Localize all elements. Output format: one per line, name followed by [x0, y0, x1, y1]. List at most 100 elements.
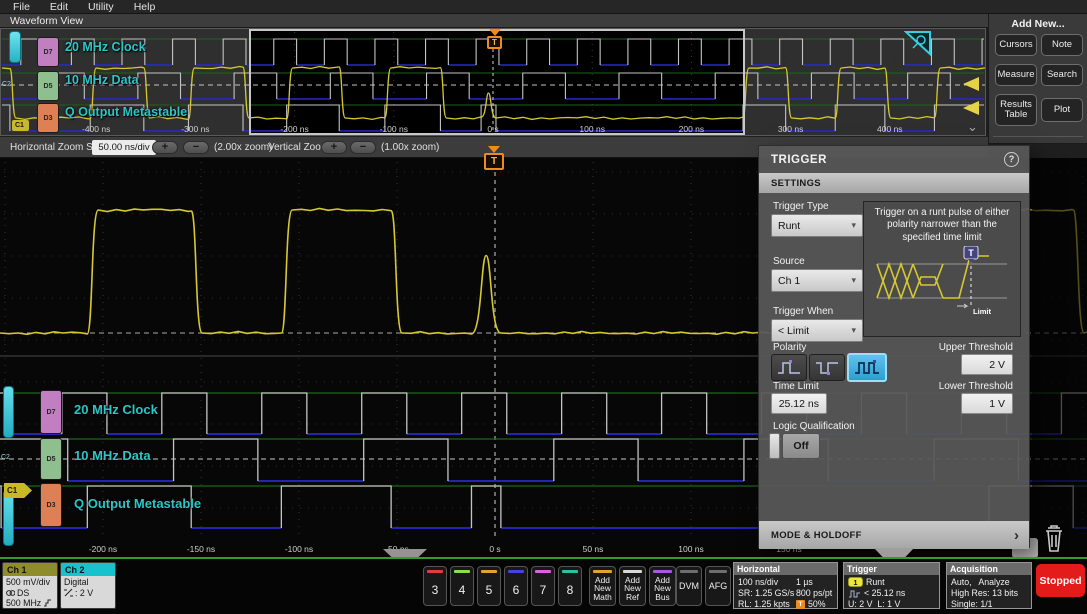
h-zoom-factor: (2.00x zoom)	[214, 142, 273, 153]
digital-group-handle[interactable]	[3, 490, 14, 546]
time-label: -300 ns	[181, 124, 210, 134]
ch1-name: Ch 1	[3, 563, 57, 576]
channel-label-d3[interactable]: Q Output Metastable	[65, 105, 187, 119]
ch1-badge[interactable]: Ch 1 500 mV/div DS 500 MHz	[2, 562, 58, 609]
add-new-plot[interactable]: Plot	[1041, 98, 1083, 122]
source-value: Ch 1	[778, 274, 801, 287]
overview-trigger-marker[interactable]: T	[487, 29, 502, 49]
upper-threshold-field[interactable]: 2 V	[961, 354, 1013, 375]
channel-label-d7[interactable]: 20 MHz Clock	[74, 402, 158, 417]
mode-holdoff-section[interactable]: MODE & HOLDOFF ›	[759, 521, 1029, 549]
acquisition-box[interactable]: Acquisition Auto, Analyze High Res: 13 b…	[946, 562, 1032, 609]
time-label: -200 ns	[88, 544, 118, 554]
channel-button-6[interactable]: 6	[504, 566, 528, 606]
polarity-negative-button[interactable]	[809, 354, 845, 381]
lower-threshold-label: Lower Threshold	[938, 381, 1013, 392]
channel-button-3[interactable]: 3	[423, 566, 447, 606]
channel-color-stripe	[535, 570, 551, 573]
add-new-search[interactable]: Search	[1041, 64, 1083, 86]
polarity-positive-button[interactable]	[771, 354, 807, 381]
logic-toggle-handle[interactable]	[769, 433, 780, 459]
add-new-panel: Add New... Cursors Note Measure Search Resul…	[988, 14, 1087, 144]
acq-mode: Auto, Analyze	[951, 577, 1010, 587]
settings-section-header[interactable]: SETTINGS	[759, 173, 1029, 193]
horizontal-box[interactable]: Horizontal 100 ns/div 1 µs SR: 1.25 GS/s…	[733, 562, 838, 609]
lower-threshold-field[interactable]: 1 V	[961, 393, 1013, 414]
h-zoom-scale-value[interactable]: 50.00 ns/div	[92, 140, 156, 155]
h-zoom-plus-button[interactable]: +	[152, 141, 178, 154]
channel-badge-d5[interactable]: D5	[40, 438, 62, 480]
oscilloscope-app: File Edit Utility Help Waveform View C2 C1 …	[0, 0, 1087, 614]
channel-badge-d3[interactable]: D3	[37, 103, 59, 133]
main-trigger-marker[interactable]: T	[484, 146, 504, 170]
add-new-note[interactable]: Note	[1041, 34, 1083, 56]
digital-group-handle[interactable]	[3, 386, 14, 438]
v-zoom-plus-button[interactable]: +	[321, 141, 347, 154]
ch1-level-arrow-icon[interactable]	[963, 77, 979, 91]
button-add-new-ref[interactable]: Add New Ref	[619, 566, 646, 606]
button-dvm[interactable]: DVM	[676, 566, 702, 606]
source-dropdown[interactable]: Ch 1 ▾	[771, 269, 863, 292]
channel-badge-d3[interactable]: D3	[40, 483, 62, 527]
upper-threshold-label: Upper Threshold	[938, 342, 1013, 353]
time-label: 400 ns	[877, 124, 903, 134]
ch2-badge[interactable]: Ch 2 Digital : 2 V	[60, 562, 116, 609]
ch1-level-arrow-icon[interactable]	[963, 101, 979, 115]
menu-file[interactable]: File	[13, 1, 30, 13]
button-color-stripe	[653, 570, 672, 573]
stopped-button[interactable]: Stopped	[1036, 564, 1085, 597]
ch2-name: Ch 2	[61, 563, 115, 576]
channel-button-7[interactable]: 7	[531, 566, 555, 606]
channel-label-d5[interactable]: 10 MHz Data	[74, 448, 151, 463]
polarity-label: Polarity	[773, 342, 807, 353]
trigger-t-icon: T	[487, 36, 502, 49]
h-zoom-minus-button[interactable]: −	[183, 141, 209, 154]
button-afg[interactable]: AFG	[705, 566, 731, 606]
time-label: -150 ns	[186, 544, 216, 554]
chevron-right-icon: ›	[1014, 526, 1019, 544]
add-new-cursors[interactable]: Cursors	[995, 34, 1037, 56]
time-limit-field[interactable]: 25.12 ns	[771, 393, 827, 414]
chevron-down-icon: ▾	[851, 220, 856, 230]
trigger-type: Runt	[866, 577, 885, 587]
time-label: 200 ns	[678, 124, 705, 134]
add-new-title: Add New...	[1011, 18, 1065, 30]
c2-marker[interactable]: C2	[2, 81, 11, 88]
zoom-tool-icon[interactable]	[904, 30, 932, 56]
channel-badge-d5[interactable]: D5	[37, 71, 59, 101]
channel-badge-d7[interactable]: D7	[40, 390, 62, 434]
channel-label-d7[interactable]: 20 MHz Clock	[65, 40, 146, 54]
menu-help[interactable]: Help	[134, 1, 156, 13]
channel-label-d5[interactable]: 10 MHz Data	[65, 73, 139, 87]
ch1-bandwidth: 500 MHz	[6, 598, 42, 608]
channel-button-5[interactable]: 5	[477, 566, 501, 606]
channel-badge-d7[interactable]: D7	[37, 37, 59, 67]
channel-color-stripe	[427, 570, 443, 573]
trigger-box[interactable]: Trigger 1 Runt < 25.12 ns U: 2 V L: 1 V	[843, 562, 940, 609]
help-icon[interactable]: ?	[1004, 152, 1019, 167]
ch1-mode: DS	[17, 587, 30, 598]
trigger-type-dropdown[interactable]: Runt ▾	[771, 214, 863, 237]
add-new-results-table[interactable]: Results Table	[995, 94, 1037, 126]
time-label: 100 ns	[678, 544, 704, 554]
channel-button-8[interactable]: 8	[558, 566, 582, 606]
channel-label-d3[interactable]: Q Output Metastable	[74, 496, 201, 511]
trigger-info-text: Trigger on a runt pulse of either polari…	[874, 207, 1010, 243]
button-add-new-math[interactable]: Add New Math	[589, 566, 616, 606]
menu-edit[interactable]: Edit	[50, 1, 68, 13]
trash-icon[interactable]	[1038, 522, 1070, 556]
c2-marker[interactable]: C2	[1, 454, 10, 461]
trigger-when-dropdown[interactable]: < Limit ▾	[771, 319, 863, 342]
chevron-down-icon[interactable]: ⌄	[967, 119, 978, 135]
overview-scroll-handle[interactable]	[9, 31, 21, 63]
chevron-down-icon: ▾	[851, 325, 856, 335]
logic-toggle-off[interactable]: Off	[782, 433, 820, 459]
add-new-measure[interactable]: Measure	[995, 64, 1037, 86]
v-zoom-minus-button[interactable]: −	[350, 141, 376, 154]
channel-button-4[interactable]: 4	[450, 566, 474, 606]
button-color-stripe	[593, 570, 612, 573]
polarity-either-button[interactable]	[847, 353, 887, 382]
menu-utility[interactable]: Utility	[88, 1, 114, 13]
c1-marker[interactable]: C1	[12, 120, 29, 131]
button-add-new-bus[interactable]: Add New Bus	[649, 566, 676, 606]
